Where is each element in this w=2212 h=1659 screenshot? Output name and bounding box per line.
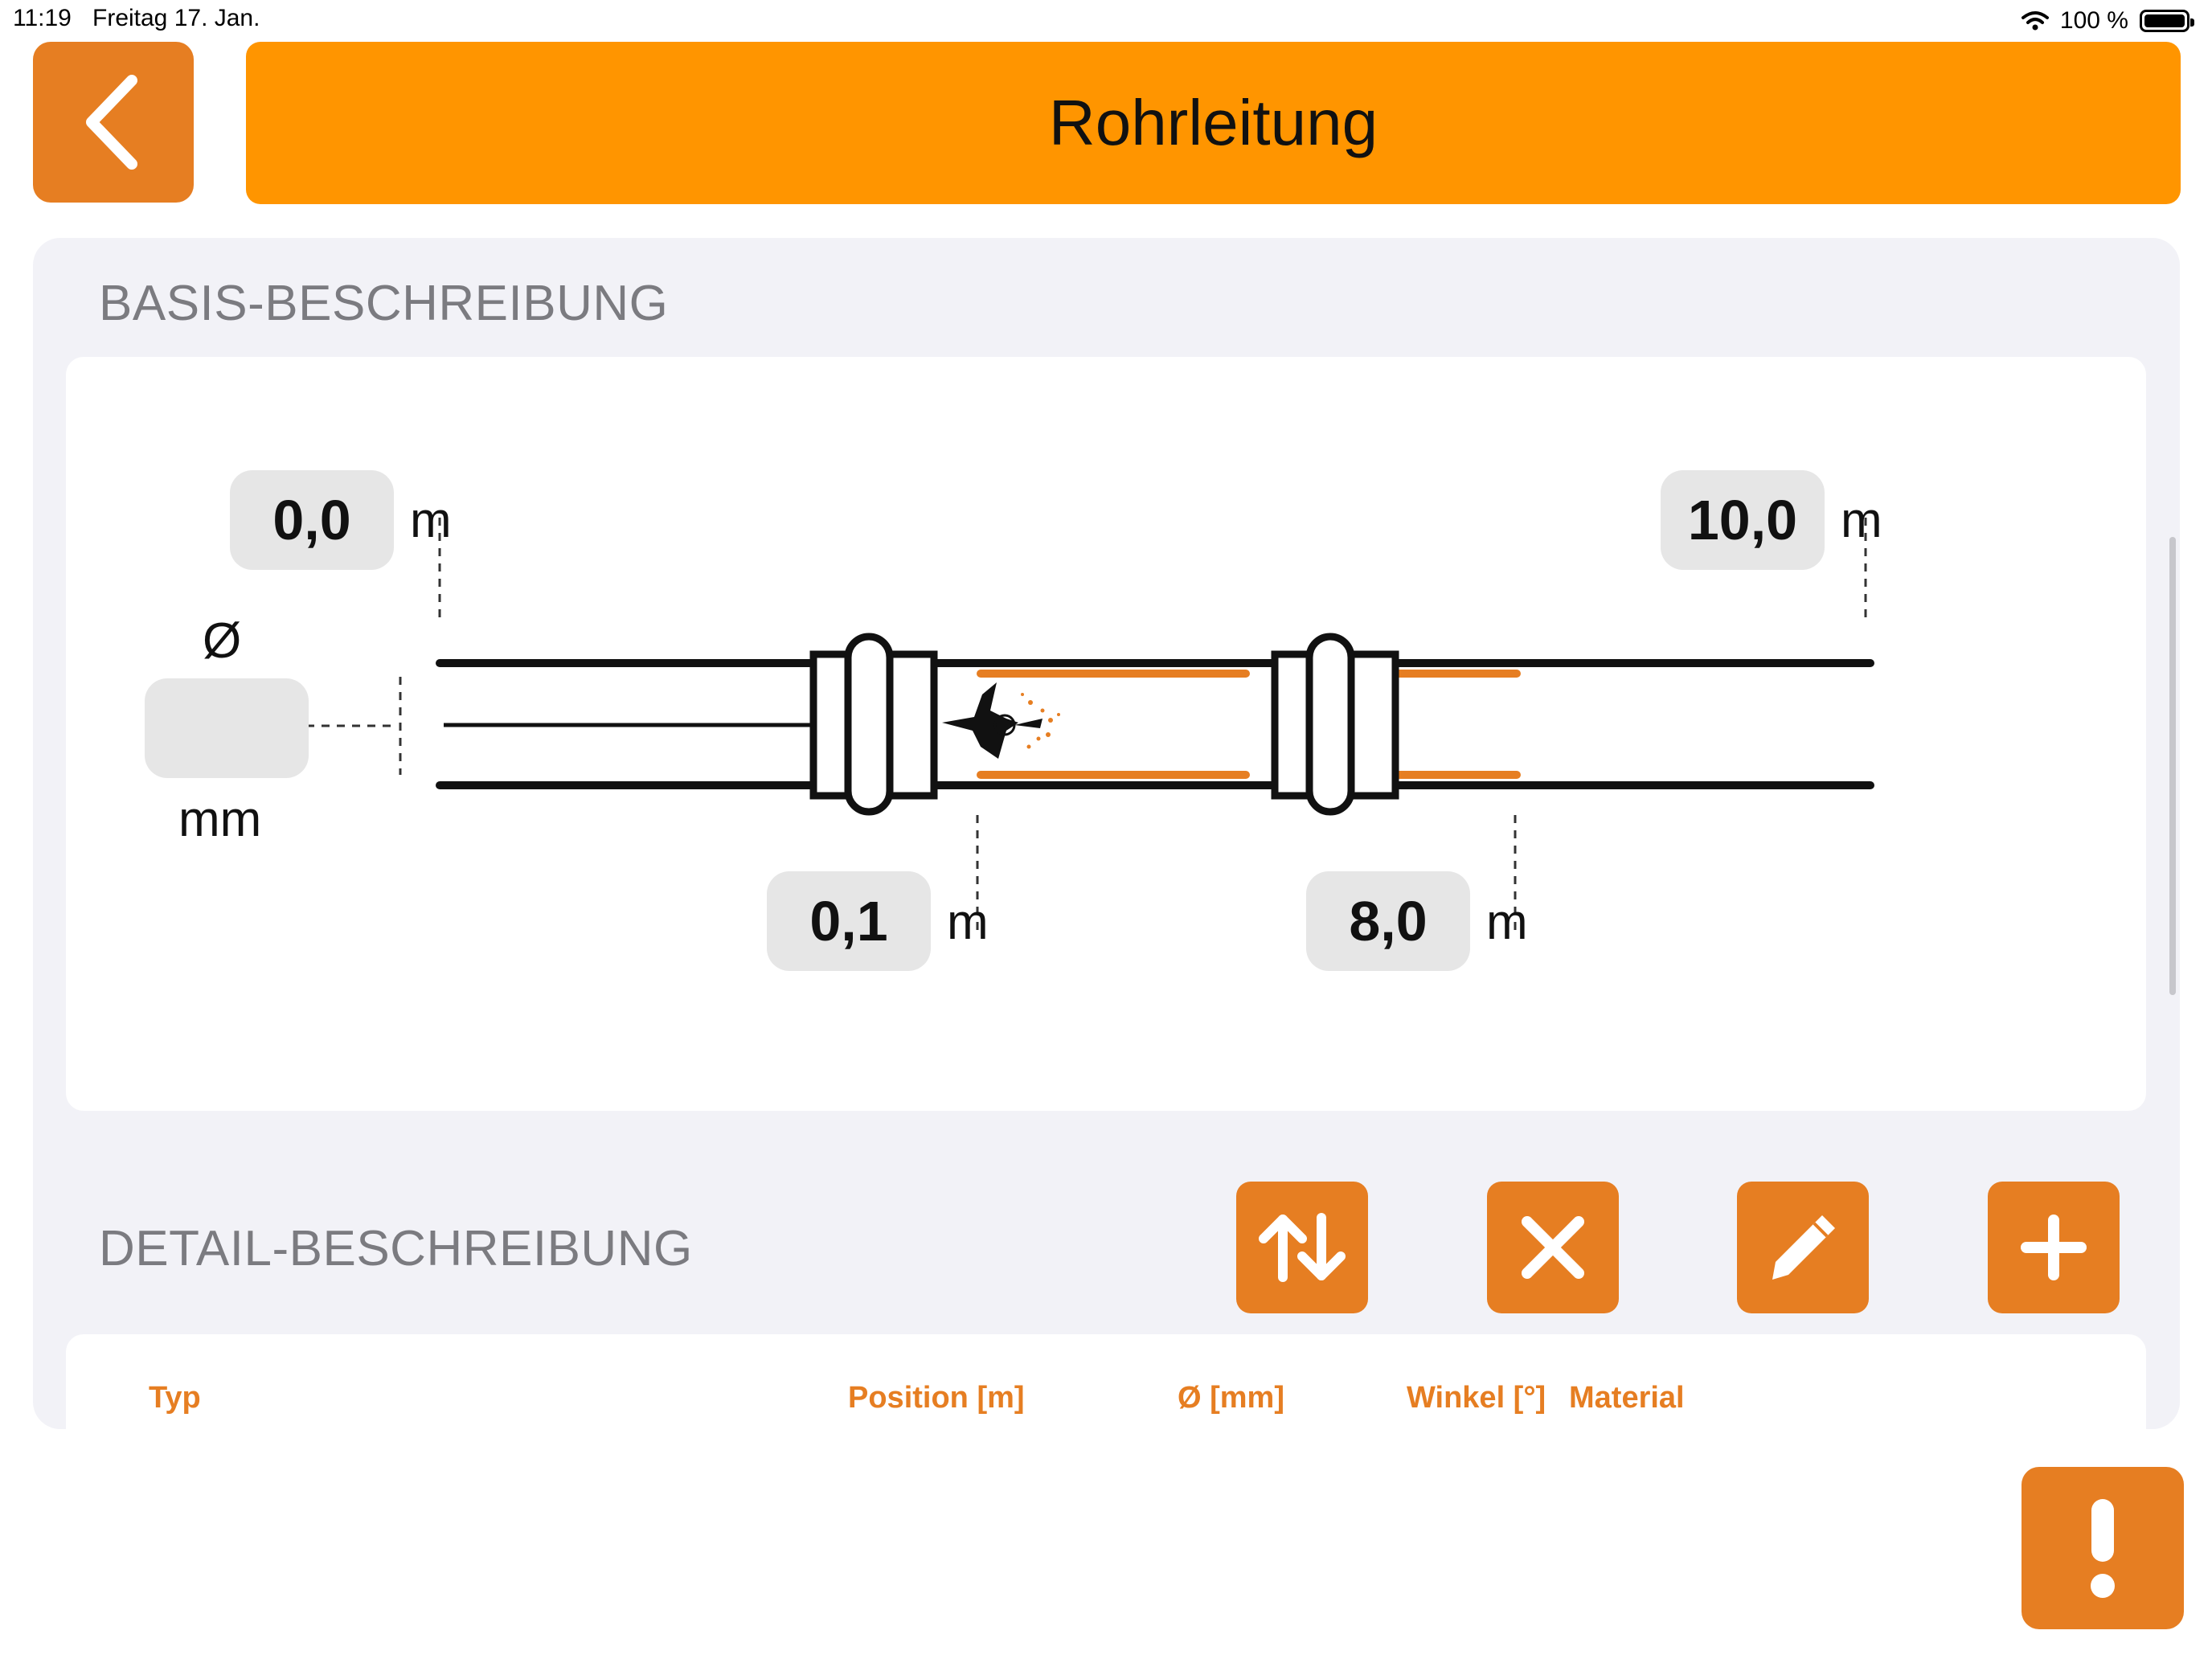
page-title: Rohrleitung	[1048, 87, 1378, 158]
warning-button[interactable]	[2022, 1467, 2184, 1629]
marker2-position-field[interactable]: 8,0	[1306, 871, 1470, 971]
end-position-field[interactable]: 10,0	[1661, 470, 1825, 570]
basis-section-title: BASIS-BESCHREIBUNG	[99, 276, 669, 331]
sort-arrows-icon	[1259, 1213, 1346, 1282]
end-unit: m	[1841, 493, 1882, 548]
pencil-icon	[1772, 1215, 1835, 1280]
add-button[interactable]	[1988, 1182, 2120, 1313]
close-icon	[1522, 1216, 1584, 1279]
wifi-icon	[2021, 11, 2049, 31]
status-date: Freitag 17. Jan.	[92, 5, 260, 31]
diameter-symbol: Ø	[203, 613, 242, 669]
pipe-diagram-card: 0,0 m 10,0 m 0,1 m 8,0 m Ø mm	[66, 357, 2146, 1111]
status-bar: 11:19 Freitag 17. Jan. 100 %	[0, 0, 2212, 40]
status-time: 11:19	[13, 5, 72, 31]
column-header-position: Position [m]	[848, 1381, 1025, 1415]
start-unit: m	[410, 493, 452, 548]
sort-button[interactable]	[1236, 1182, 1368, 1313]
column-header-diameter: Ø [mm]	[1178, 1381, 1284, 1415]
marker1-position-field[interactable]: 0,1	[767, 871, 931, 971]
plus-icon	[2021, 1215, 2087, 1280]
column-header-material: Material	[1569, 1381, 1685, 1415]
detail-section-title: DETAIL-BESCHREIBUNG	[99, 1221, 693, 1276]
exclamation-icon	[2091, 1499, 2115, 1598]
diameter-unit: mm	[178, 792, 262, 847]
marker1-unit: m	[947, 895, 989, 950]
chevron-left-icon	[86, 75, 137, 170]
back-button[interactable]	[33, 42, 194, 203]
status-right: 100 %	[2021, 5, 2194, 37]
pipe-diagram	[291, 518, 1874, 936]
scrollbar[interactable]	[2169, 537, 2176, 995]
battery-icon	[2140, 10, 2194, 32]
column-header-typ: Typ	[149, 1381, 201, 1415]
column-header-winkel: Winkel [°]	[1407, 1381, 1546, 1415]
title-bar: Rohrleitung	[246, 42, 2181, 204]
detail-table	[66, 1334, 2146, 1429]
delete-button[interactable]	[1487, 1182, 1619, 1313]
battery-percentage: 100 %	[2059, 7, 2128, 34]
edit-button[interactable]	[1737, 1182, 1869, 1313]
start-position-field[interactable]: 0,0	[230, 470, 394, 570]
marker2-unit: m	[1486, 895, 1528, 950]
diameter-field[interactable]	[145, 678, 309, 778]
cutter-tool-icon	[942, 682, 1060, 759]
